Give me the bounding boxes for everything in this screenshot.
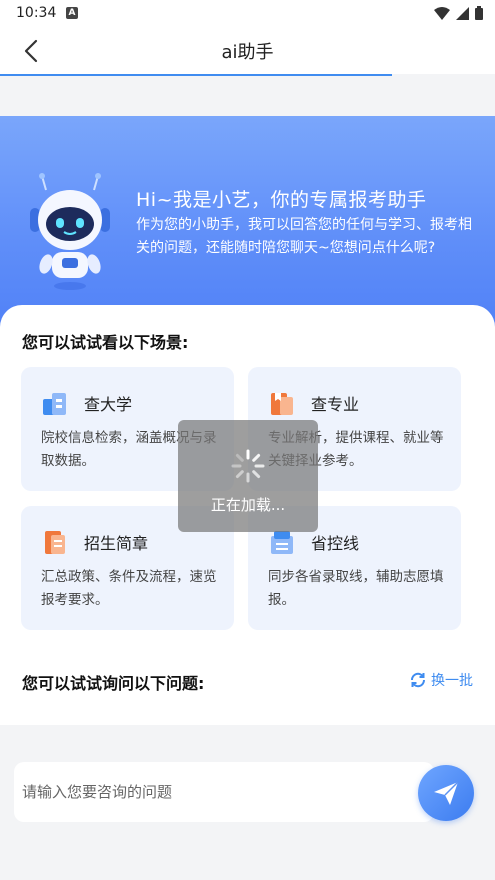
hero-description: 作为您的小助手，我可以回答您的任何与学习、报考相关的问题，还能随时陪您聊天~您想… xyxy=(136,217,472,256)
score-line-icon xyxy=(271,531,293,554)
loading-spinner-icon xyxy=(231,449,265,483)
robot-mascot-icon xyxy=(30,173,110,290)
scenarios-title: 您可以试试看以下场景: xyxy=(22,333,189,352)
page-title: ai助手 xyxy=(221,42,274,63)
card-title: 招生简章 xyxy=(84,534,149,553)
university-icon xyxy=(43,393,66,415)
notification-icon: A xyxy=(66,7,78,19)
battery-icon xyxy=(475,6,483,20)
questions-title: 您可以试试询问以下问题: xyxy=(22,674,205,693)
send-button[interactable] xyxy=(418,765,474,821)
signal-icon xyxy=(456,6,469,20)
card-title: 查大学 xyxy=(84,395,133,414)
card-description: 汇总政策、条件及流程，速览报考要求。 xyxy=(41,569,217,608)
status-time: 10:34 xyxy=(16,5,57,21)
card-title: 省控线 xyxy=(311,534,360,553)
card-description: 同步各省录取线，辅助志愿填报。 xyxy=(268,569,444,608)
swap-batch-button[interactable]: 换一批 xyxy=(409,670,473,690)
question-input[interactable] xyxy=(22,772,422,812)
status-bar: 10:34 A xyxy=(0,0,495,28)
major-icon xyxy=(271,393,293,415)
swap-label: 换一批 xyxy=(431,673,473,689)
loading-toast: 正在加载... xyxy=(178,420,318,532)
app-bar: ai助手 xyxy=(0,28,495,74)
hero-title: Hi~我是小艺，你的专属报考助手 xyxy=(136,189,427,211)
card-title: 查专业 xyxy=(311,395,360,414)
input-container xyxy=(14,762,434,822)
send-icon xyxy=(434,781,459,805)
brochure-icon xyxy=(45,531,65,554)
loading-text: 正在加载... xyxy=(210,496,286,514)
wifi-icon xyxy=(434,6,450,20)
title-underline xyxy=(0,74,392,76)
status-icons xyxy=(434,6,483,20)
refresh-icon xyxy=(410,672,426,688)
